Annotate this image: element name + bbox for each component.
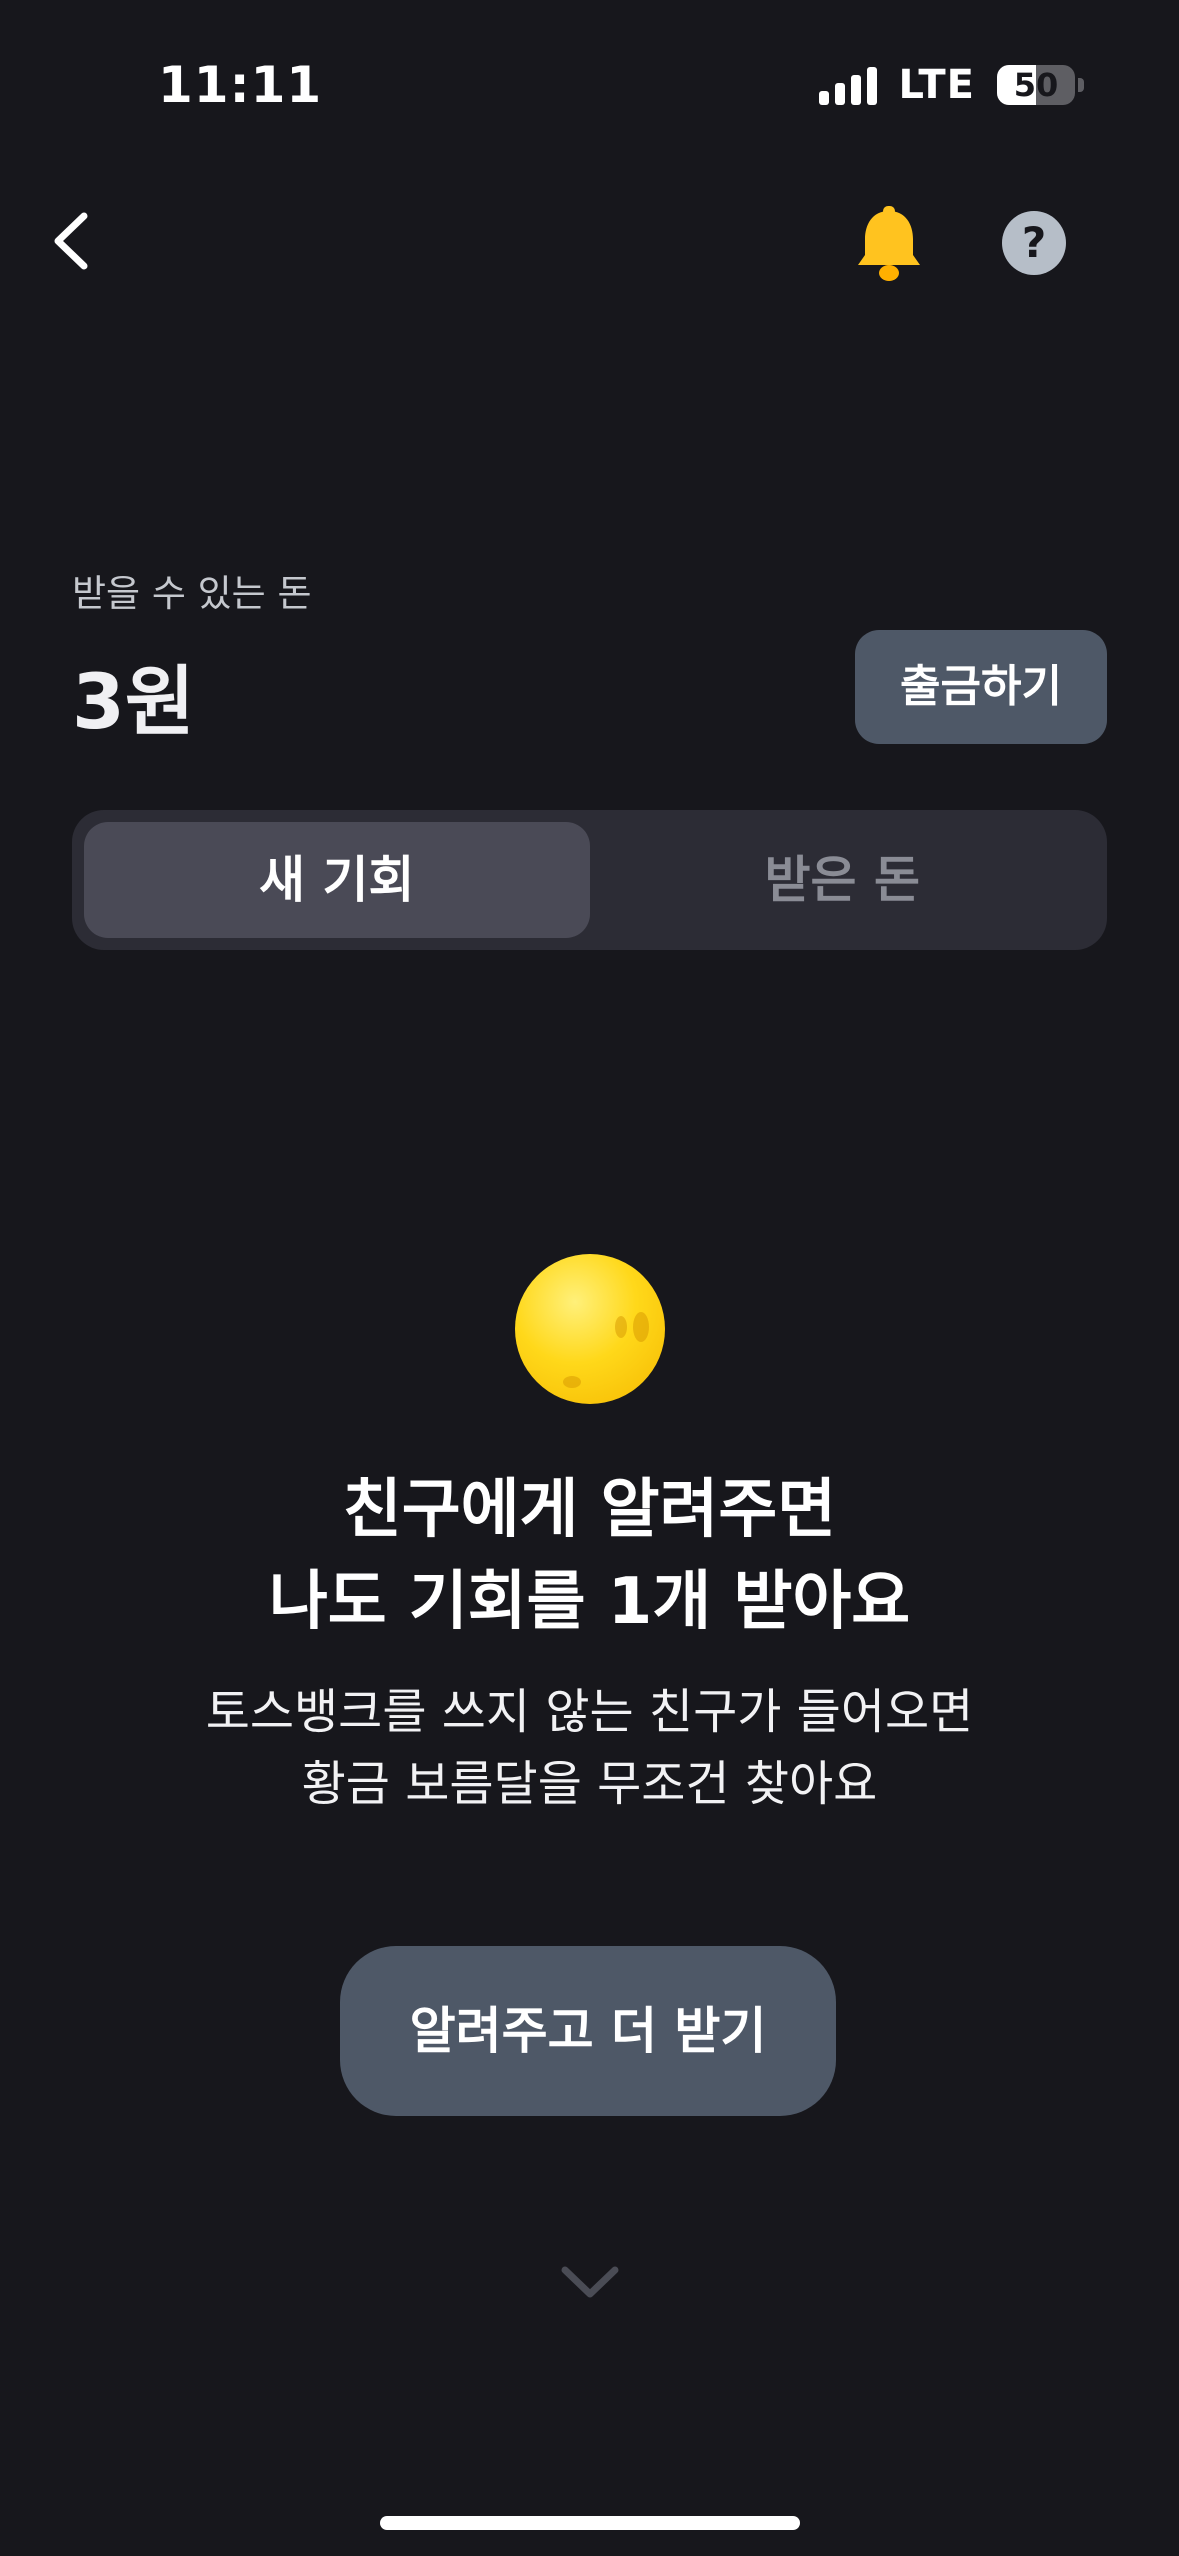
notification-button[interactable] bbox=[853, 205, 925, 283]
withdraw-button[interactable]: 출금하기 bbox=[855, 630, 1107, 744]
status-indicators: LTE 50 bbox=[818, 62, 1084, 108]
back-button[interactable] bbox=[48, 210, 94, 272]
battery-tip bbox=[1078, 78, 1084, 92]
tab-new-chances[interactable]: 새 기회 bbox=[84, 822, 590, 938]
app-screen: 11:11 LTE 50 ? 받을 수 있는 돈 3원 출금하기 새 기회 받은… bbox=[0, 0, 1179, 2556]
balance-amount: 3원 bbox=[72, 657, 195, 746]
moon-crater bbox=[563, 1376, 581, 1388]
share-and-get-more-button[interactable]: 알려주고 더 받기 bbox=[340, 1946, 836, 2116]
moon-crater bbox=[633, 1312, 649, 1342]
promo-subtext-line2: 황금 보름달을 무조건 찾아요 bbox=[301, 1756, 878, 1812]
promo-subtext-line1: 토스뱅크를 쓰지 않는 친구가 들어오면 bbox=[205, 1684, 974, 1740]
battery-level: 50 bbox=[1013, 66, 1059, 104]
network-label: LTE bbox=[898, 62, 975, 108]
segmented-tabs: 새 기회 받은 돈 bbox=[72, 810, 1107, 950]
scroll-down-button[interactable] bbox=[559, 2262, 621, 2302]
bell-icon bbox=[858, 206, 920, 281]
tab-received-money[interactable]: 받은 돈 bbox=[590, 822, 1096, 938]
home-indicator[interactable] bbox=[380, 2516, 800, 2530]
promo-headline-line2: 나도 기회를 1개 받아요 bbox=[268, 1565, 911, 1639]
battery-icon: 50 bbox=[997, 65, 1075, 105]
balance-label: 받을 수 있는 돈 bbox=[72, 572, 312, 615]
help-button[interactable]: ? bbox=[1002, 211, 1066, 275]
promo-headline-line1: 친구에게 알려주면 bbox=[342, 1473, 837, 1547]
chevron-down-icon bbox=[561, 2266, 619, 2298]
moon-crater bbox=[615, 1316, 627, 1338]
signal-strength-icon bbox=[818, 65, 877, 105]
chevron-left-icon bbox=[54, 212, 88, 270]
golden-moon-icon bbox=[515, 1254, 665, 1404]
status-time: 11:11 bbox=[158, 56, 323, 114]
